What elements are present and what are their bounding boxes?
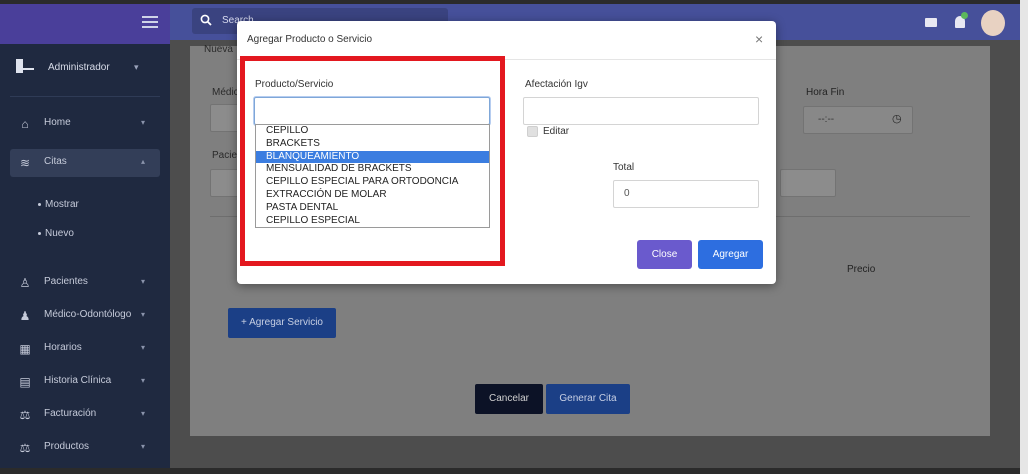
- scale-icon: ⚖: [19, 408, 31, 422]
- hamburger-icon[interactable]: [142, 16, 158, 30]
- sidebar-item-citas[interactable]: ≋ Citas ▴: [10, 149, 160, 177]
- sidebar-item-label: Facturación: [44, 408, 97, 419]
- afectacion-igv-label: Afectación Igv: [525, 79, 588, 90]
- sidebar-item-productos[interactable]: ⚖ Productos ▾: [0, 434, 170, 462]
- avatar[interactable]: [981, 10, 1005, 36]
- chevron-down-icon: ▾: [141, 118, 146, 127]
- sidebar-item-label: Home: [44, 117, 71, 128]
- notification-badge: [961, 12, 968, 19]
- sidebar-item-home[interactable]: ⌂ Home ▾: [0, 110, 170, 138]
- afectacion-igv-input[interactable]: [523, 97, 759, 125]
- sidebar-item-label: Pacientes: [44, 276, 88, 287]
- sidebar-item-facturacion[interactable]: ⚖ Facturación ▾: [0, 401, 170, 429]
- edit-checkbox[interactable]: [527, 126, 538, 137]
- sidebar-item-historia[interactable]: ▤ Historia Clínica ▾: [0, 368, 170, 396]
- clock-icon: ◷: [892, 113, 902, 125]
- calendar-icon: ▦: [19, 342, 31, 356]
- hora-fin-value: --:--: [818, 114, 835, 125]
- sidebar-item-medico[interactable]: ♟ Médico-Odontólogo ▾: [0, 302, 170, 330]
- layers-icon: ≋: [19, 156, 31, 170]
- chevron-up-icon: ▴: [141, 157, 146, 166]
- sidebar-subitem-mostrar[interactable]: Mostrar: [38, 199, 79, 210]
- generate-appointment-button[interactable]: Generar Cita: [546, 384, 630, 414]
- sidebar-item-label: Citas: [44, 156, 67, 167]
- sidebar-item-label: Horarios: [44, 342, 82, 353]
- mail-icon[interactable]: [925, 18, 937, 27]
- total-input[interactable]: 0: [613, 180, 759, 208]
- chevron-down-icon: ▾: [141, 376, 146, 385]
- cancel-button[interactable]: Cancelar: [475, 384, 543, 414]
- edit-checkbox-label: Editar: [543, 126, 570, 137]
- scale-icon: ⚖: [19, 441, 31, 455]
- close-icon[interactable]: ×: [755, 32, 763, 46]
- sidebar: Administrador ▾ ⌂ Home ▾ ≋ Citas ▴ Mostr…: [0, 4, 170, 468]
- medico-field[interactable]: [210, 104, 240, 132]
- chevron-down-icon: ▾: [141, 409, 146, 418]
- total-label: Total: [613, 162, 635, 173]
- home-icon: ⌂: [21, 117, 29, 131]
- window-bottom-border: [0, 468, 1028, 474]
- chevron-down-icon: ▾: [141, 343, 146, 352]
- doctor-icon: ♟: [19, 309, 31, 323]
- logo-icon: [16, 59, 34, 73]
- hora-fin-input[interactable]: --:-- ◷: [803, 106, 913, 134]
- sidebar-item-label: Historia Clínica: [44, 375, 112, 386]
- add-button[interactable]: Agregar: [698, 240, 763, 269]
- sidebar-subitem-nuevo[interactable]: Nuevo: [38, 228, 74, 239]
- sidebar-item-pacientes[interactable]: ♙ Pacientes ▾: [0, 269, 170, 297]
- sidebar-item-horarios[interactable]: ▦ Horarios ▾: [0, 335, 170, 363]
- add-service-button[interactable]: + Agregar Servicio: [228, 308, 336, 338]
- precio-header: Precio: [847, 264, 876, 275]
- chevron-down-icon: ▾: [141, 310, 146, 319]
- sidebar-divider: [10, 96, 160, 97]
- card-title: Nueva: [204, 44, 233, 55]
- sidebar-header: [0, 4, 170, 44]
- servicio-field[interactable]: [780, 169, 836, 197]
- document-icon: ▤: [19, 375, 31, 389]
- sidebar-item-label: Médico-Odontólogo: [44, 309, 132, 320]
- close-button[interactable]: Close: [637, 240, 692, 269]
- chevron-down-icon: ▾: [141, 277, 146, 286]
- sidebar-user-name[interactable]: Administrador: [48, 62, 110, 73]
- chevron-down-icon[interactable]: ▾: [134, 62, 139, 73]
- modal-title: Agregar Producto o Servicio: [247, 34, 373, 45]
- hora-fin-label: Hora Fin: [806, 87, 845, 98]
- highlight-box: [240, 56, 505, 266]
- chevron-down-icon: ▾: [141, 442, 146, 451]
- medico-label: Médic: [212, 87, 239, 98]
- window-right-border: [1020, 0, 1028, 474]
- user-icon: ♙: [19, 276, 31, 290]
- search-icon: [200, 14, 212, 26]
- sidebar-item-label: Productos: [44, 441, 90, 452]
- paciente-field[interactable]: [210, 169, 240, 197]
